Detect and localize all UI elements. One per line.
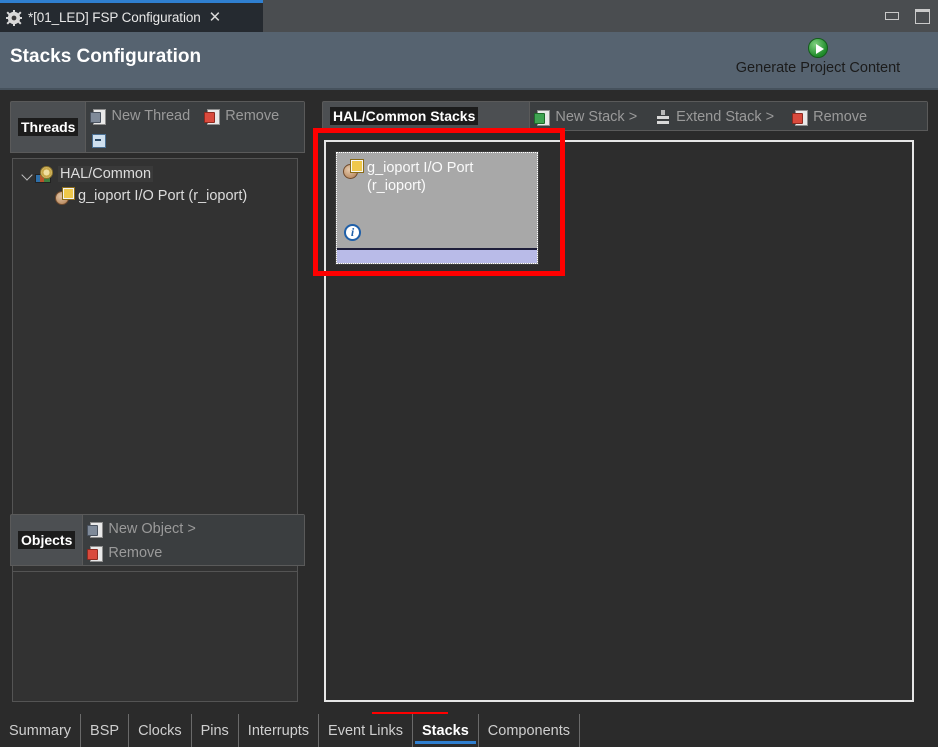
objects-list[interactable] [12,571,298,702]
gear-icon [6,10,22,26]
window-controls [885,0,930,32]
editor-tab-fsp-configuration[interactable]: *[01_LED] FSP Configuration ✕ [0,0,263,32]
remove-thread-label: Remove [225,108,279,124]
close-icon[interactable]: ✕ [209,10,222,25]
tab-summary[interactable]: Summary [0,714,81,747]
new-object-button[interactable]: New Object > [87,518,300,540]
minimize-icon[interactable] [885,12,899,20]
stack-module-g-ioport[interactable]: g_ioport I/O Port (r_ioport) i [336,152,538,264]
threads-panel-title: Threads [11,102,85,152]
stacks-canvas[interactable]: g_ioport I/O Port (r_ioport) i [324,140,914,702]
page-title: Stacks Configuration [10,46,201,68]
stack-module-title: g_ioport I/O Port (r_ioport) [367,159,473,195]
editor-tab-label: *[01_LED] FSP Configuration [28,10,201,25]
module-icon [343,160,361,178]
threads-panel-header: Threads New Thread Remove [10,101,305,153]
threads-toolbar: New Thread Remove [85,102,304,152]
tab-pins[interactable]: Pins [192,714,239,747]
collapse-all-threads-button[interactable] [90,129,300,151]
remove-object-icon [87,545,103,561]
tab-components-label: Components [488,723,570,739]
generate-project-content-label: Generate Project Content [718,60,918,76]
extend-stack-button[interactable]: Extend Stack > [655,106,774,128]
stacks-panel-header: HAL/Common Stacks New Stack > Extend Sta… [322,101,928,131]
remove-stack-icon [792,109,808,125]
tab-clocks[interactable]: Clocks [129,714,192,747]
tab-interrupts-label: Interrupts [248,723,309,739]
objects-toolbar: New Object > Remove [82,515,304,565]
remove-thread-button[interactable]: Remove [204,105,279,127]
stack-module-title-line2: (r_ioport) [367,178,426,194]
stack-module-header: g_ioport I/O Port (r_ioport) [337,153,537,195]
tab-pins-label: Pins [201,723,229,739]
stack-module-title-line1: g_ioport I/O Port [367,160,473,176]
tab-event-links[interactable]: Event Links [319,714,413,747]
chevron-down-icon[interactable] [19,166,35,182]
new-object-label: New Object > [108,521,195,537]
tab-summary-label: Summary [9,723,71,739]
maximize-icon[interactable] [915,9,930,24]
play-icon [808,38,828,58]
tab-components[interactable]: Components [479,714,580,747]
window-titlebar: *[01_LED] FSP Configuration ✕ [0,0,938,32]
objects-panel-title: Objects [11,515,82,565]
new-stack-label: New Stack > [555,109,637,125]
bottom-tab-bar: Summary BSP Clocks Pins Interrupts Event… [0,714,938,747]
tab-bsp-label: BSP [90,723,119,739]
tab-clocks-label: Clocks [138,723,182,739]
remove-thread-icon [204,108,220,124]
info-icon[interactable]: i [344,224,361,241]
new-thread-label: New Thread [111,108,190,124]
collapse-all-icon [90,132,106,148]
extend-stack-label: Extend Stack > [676,109,774,125]
stack-module-footer-bar [337,248,537,263]
remove-object-button[interactable]: Remove [87,542,300,564]
tree-item-hal-common-label: HAL/Common [58,166,153,182]
tab-stacks-label: Stacks [422,723,469,739]
new-stack-button[interactable]: New Stack > [534,106,637,128]
stacks-panel-title: HAL/Common Stacks [323,102,485,130]
remove-stack-label: Remove [813,109,867,125]
remove-object-label: Remove [108,545,162,561]
stacks-toolbar: New Stack > Extend Stack > Remove [529,102,927,130]
ioport-icon [55,188,73,204]
new-object-icon [87,521,103,537]
objects-panel-header: Objects New Object > Remove [10,514,305,566]
tab-event-links-label: Event Links [328,723,403,739]
tab-bsp[interactable]: BSP [81,714,129,747]
tree-item-g-ioport-label: g_ioport I/O Port (r_ioport) [78,188,247,204]
tree-item-g-ioport[interactable]: g_ioport I/O Port (r_ioport) [13,185,297,207]
tree-item-hal-common[interactable]: HAL/Common [13,163,297,185]
new-stack-icon [534,109,550,125]
generate-project-content-button[interactable]: Generate Project Content [718,38,918,76]
tab-stacks[interactable]: Stacks [413,714,479,747]
tab-interrupts[interactable]: Interrupts [239,714,319,747]
hal-common-icon [35,166,53,182]
page-header-band: Stacks Configuration Generate Project Co… [0,32,938,90]
new-thread-button[interactable]: New Thread [90,105,190,127]
remove-stack-button[interactable]: Remove [792,106,867,128]
new-thread-icon [90,108,106,124]
extend-stack-icon [655,109,671,125]
